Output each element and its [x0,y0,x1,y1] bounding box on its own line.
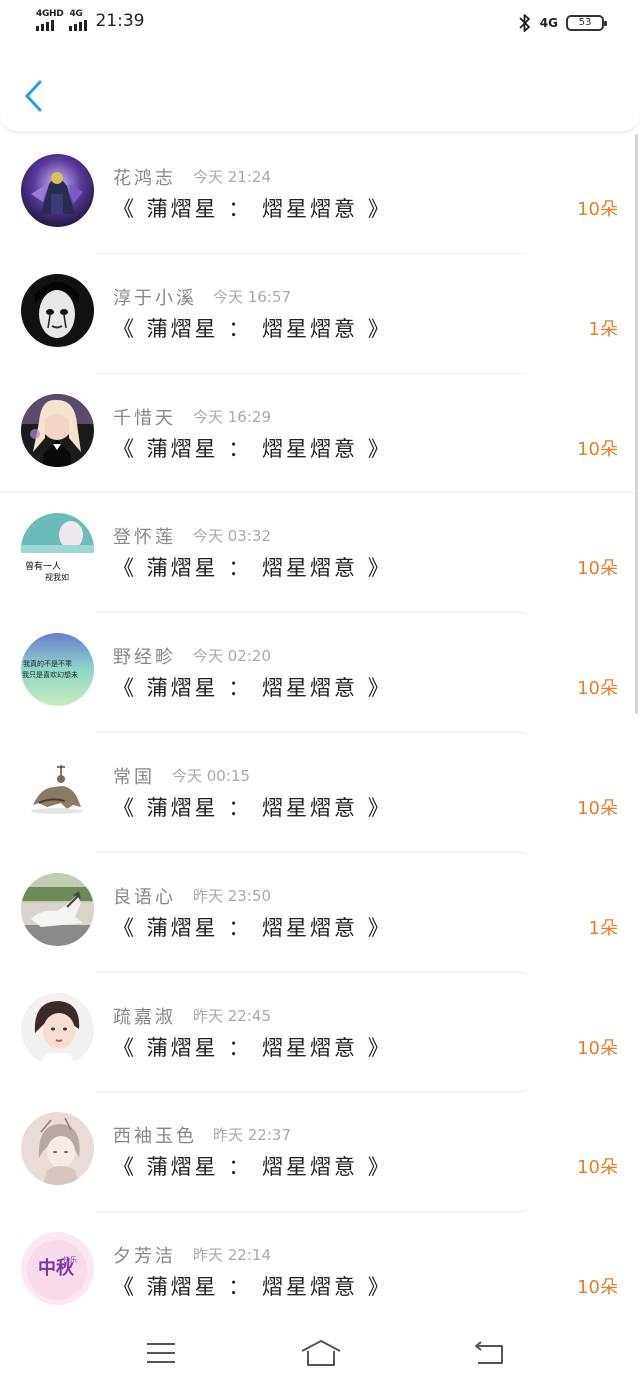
avatar[interactable]: 中秋 快乐 [21,1232,94,1306]
sender-name: 花鸿志 [113,168,176,189]
list-item[interactable]: 西袖玉色 昨天 22:37 《 蒲熠星 ： 熠星熠意 》 10朵 [0,1092,640,1213]
flower-count: 1朵 [588,917,618,939]
message-title: 《 蒲熠星 ： 熠星熠意 》 [113,676,392,701]
sender-name: 登怀莲 [113,527,176,549]
avatar[interactable] [21,154,94,227]
message-time: 今天 03:32 [193,527,271,546]
list-item[interactable]: 中秋 快乐 夕芳洁 昨天 22:14 《 蒲熠星 ： 熠星熠意 》 10朵 [0,1212,640,1332]
home-icon [301,1340,341,1366]
scrollbar[interactable] [635,134,638,714]
avatar[interactable] [21,872,94,946]
sender-name: 良语心 [113,886,176,908]
message-time: 今天 16:57 [213,287,291,306]
sender-name: 千惜天 [113,407,176,429]
message-time: 昨天 22:14 [193,1246,271,1265]
list-item[interactable]: 曾有一人 视我如 登怀莲 今天 03:32 《 蒲熠星 ： 熠星熠意 》 10朵 [0,493,640,614]
flower-count: 10朵 [577,678,618,700]
flower-count: 10朵 [577,438,618,460]
message-title: 《 蒲熠星 ： 熠星熠意 》 [113,1155,392,1180]
navigation-bar [0,1325,640,1387]
avatar[interactable] [21,393,94,467]
avatar-text-1: 曾有一人 [25,560,61,572]
message-time: 今天 21:24 [193,168,271,186]
signal-icon: 4GHD [36,9,64,31]
message-title: 《 蒲熠星 ： 熠星熠意 》 [113,556,392,581]
list-item[interactable]: 常国 今天 00:15 《 蒲熠星 ： 熠星熠意 》 10朵 [0,733,640,853]
message-title: 《 蒲熠星 ： 熠星熠意 》 [113,316,392,341]
status-network-type: 4G [539,16,558,30]
battery-icon: 53 [566,15,607,31]
message-title: 《 蒲熠星 ： 熠星熠意 》 [113,795,392,820]
message-title: 《 蒲熠星 ： 熠星熠意 》 [113,1035,392,1060]
message-time: 今天 00:15 [172,766,250,785]
list-item[interactable]: 疏嘉淑 昨天 22:45 《 蒲熠星 ： 熠星熠意 》 10朵 [0,973,640,1093]
sender-name: 夕芳洁 [113,1246,176,1268]
avatar[interactable] [21,1112,94,1186]
list-item[interactable]: 花鸿志 今天 21:24 《 蒲熠星 ： 熠星熠意 》 10朵 [0,134,640,254]
sender-name: 淳于小溪 [113,287,197,309]
avatar-text-2: 视我如 [45,572,69,582]
battery-level: 53 [578,17,592,28]
menu-icon [147,1343,175,1363]
avatar-text-2: 快乐 [63,1255,77,1264]
status-bar: 4GHD 4G 21:39 4G 53 [0,0,640,48]
message-title: 《 蒲熠星 ： 熠星熠意 》 [113,197,392,221]
avatar[interactable]: 曾有一人 视我如 [21,513,94,587]
list-item[interactable]: 淳于小溪 今天 16:57 《 蒲熠星 ： 熠星熠意 》 1朵 [0,254,640,374]
avatar-text-1: 我真的不是不乖 [23,659,72,668]
avatar[interactable]: 我真的不是不乖 我只是喜欢幻想未 [21,633,94,707]
home-button[interactable] [296,1333,346,1373]
network-type-2: 4G [69,9,83,19]
sender-name: 常国 [113,766,155,788]
flower-count: 10朵 [577,1037,618,1059]
sender-name: 疏嘉淑 [113,1006,176,1028]
message-title: 《 蒲熠星 ： 熠星熠意 》 [113,436,392,461]
menu-button[interactable] [136,1333,186,1373]
list-item[interactable]: 良语心 昨天 23:50 《 蒲熠星 ： 熠星熠意 》 1朵 [0,853,640,973]
bluetooth-icon [519,14,530,32]
avatar[interactable] [21,273,94,347]
flower-count: 1朵 [588,318,618,340]
signal-icon-2: 4G [69,9,88,31]
network-type-1: 4GHD [36,9,64,19]
message-time: 今天 16:29 [193,407,271,426]
avatar[interactable] [21,992,94,1066]
list-item[interactable]: 千惜天 今天 16:29 《 蒲熠星 ： 熠星熠意 》 10朵 [0,374,640,494]
flower-count: 10朵 [577,797,618,819]
flower-count: 10朵 [577,199,618,220]
sender-name: 野经畛 [113,647,176,669]
message-time: 昨天 23:50 [193,886,271,905]
screen: 4GHD 4G 21:39 4G 53 花鸿志 今天 21:24 《 蒲熠星 ：… [0,0,640,1387]
back-button[interactable] [14,74,54,118]
flower-count: 10朵 [577,1277,618,1299]
message-title: 《 蒲熠星 ： 熠星熠意 》 [113,1275,392,1300]
message-title: 《 蒲熠星 ： 熠星熠意 》 [113,915,392,940]
message-time: 昨天 22:37 [213,1126,291,1145]
message-time: 昨天 22:45 [193,1006,271,1025]
message-time: 今天 02:20 [193,647,271,666]
status-right: 4G 53 [518,13,607,33]
message-list: 花鸿志 今天 21:24 《 蒲熠星 ： 熠星熠意 》 10朵 淳于小溪 今天 … [0,134,640,1332]
back-icon [475,1341,503,1364]
avatar-text-2: 我只是喜欢幻想未 [22,670,78,679]
back-nav-button[interactable] [464,1333,514,1373]
flower-count: 10朵 [577,1157,618,1179]
sender-name: 西袖玉色 [113,1126,197,1148]
status-time: 21:39 [95,11,145,31]
status-left: 4GHD 4G 21:39 [36,10,144,31]
list-item[interactable]: 我真的不是不乖 我只是喜欢幻想未 野经畛 今天 02:20 《 蒲熠星 ： 熠星… [0,613,640,733]
avatar[interactable] [21,752,94,826]
header [0,48,640,132]
flower-count: 10朵 [577,558,618,580]
chevron-left-icon [25,80,42,112]
